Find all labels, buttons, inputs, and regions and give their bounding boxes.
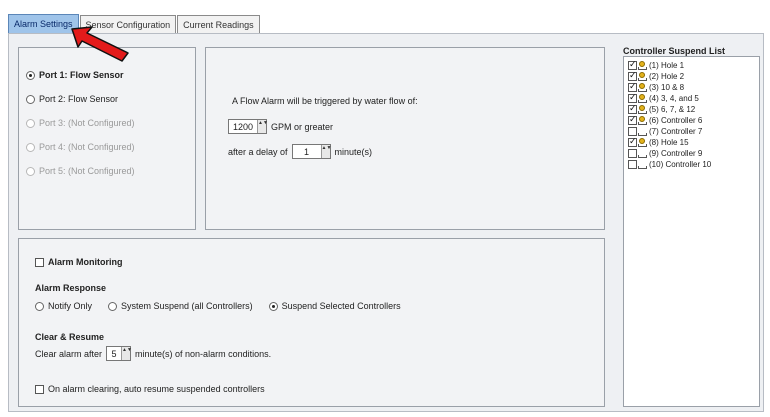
checkbox-icon[interactable] xyxy=(628,92,637,103)
controller-icon xyxy=(638,83,647,92)
alarm-monitoring-checkbox[interactable]: Alarm Monitoring xyxy=(35,257,123,267)
gpm-label: GPM or greater xyxy=(271,121,334,132)
radio-icon xyxy=(26,166,35,176)
gpm-stepper[interactable]: 1200 ▲▼ xyxy=(228,119,268,134)
clear-prefix: Clear alarm after xyxy=(35,348,103,359)
checkbox-icon[interactable] xyxy=(628,70,637,81)
radio-icon[interactable] xyxy=(268,301,278,311)
delay-unit: minute(s) xyxy=(334,146,373,157)
suspend-item-label: (5) 6, 7, & 12 xyxy=(649,105,696,114)
suspend-item-label: (3) 10 & 8 xyxy=(649,83,685,92)
controller-icon xyxy=(638,149,647,158)
stepper-arrows-icon[interactable]: ▲▼ xyxy=(257,120,268,133)
tab-panel: Port 1: Flow Sensor Port 2: Flow Sensor … xyxy=(8,33,764,412)
clear-resume-title: Clear & Resume xyxy=(35,332,105,342)
alarm-response-title: Alarm Response xyxy=(35,283,107,293)
suspend-item-label: (8) Hole 15 xyxy=(649,138,689,147)
checkbox-icon[interactable] xyxy=(628,160,637,169)
port-option-3: Port 3: (Not Configured) xyxy=(26,118,135,128)
suspend-list-item[interactable]: (3) 10 & 8 xyxy=(628,81,685,92)
suspend-item-label: (7) Controller 7 xyxy=(649,127,703,136)
port-label: Port 4: (Not Configured) xyxy=(39,142,135,152)
suspend-list[interactable]: (1) Hole 1 (2) Hole 2 (3) 10 & 8 (4) 3, 4, … xyxy=(623,56,760,407)
response-system-suspend[interactable]: System Suspend (all Controllers) xyxy=(121,301,253,311)
suspend-list-title: Controller Suspend List xyxy=(623,46,726,56)
checkbox-icon[interactable] xyxy=(628,114,637,125)
tab-alarm-settings[interactable]: Alarm Settings xyxy=(8,14,79,34)
checkbox-icon[interactable] xyxy=(35,384,44,394)
controller-icon xyxy=(638,72,647,81)
port-label: Port 5: (Not Configured) xyxy=(39,166,135,176)
radio-icon[interactable] xyxy=(108,301,118,311)
response-notify-only[interactable]: Notify Only xyxy=(48,301,92,311)
checkbox-icon[interactable] xyxy=(628,136,637,147)
gpm-row: 1200 ▲▼ GPM or greater xyxy=(228,119,333,134)
checkbox-icon[interactable] xyxy=(628,127,637,136)
checkbox-icon[interactable] xyxy=(628,59,637,70)
radio-icon[interactable] xyxy=(26,70,35,80)
controller-icon xyxy=(638,160,647,169)
port-label: Port 3: (Not Configured) xyxy=(39,118,135,128)
controller-icon xyxy=(638,105,647,114)
flow-description: A Flow Alarm will be triggered by water … xyxy=(232,96,418,106)
radio-icon[interactable] xyxy=(26,94,35,104)
stepper-arrows-icon[interactable]: ▲▼ xyxy=(121,347,132,360)
clear-alarm-row: Clear alarm after 5 ▲▼ minute(s) of non-… xyxy=(35,346,271,361)
tab-current-readings[interactable]: Current Readings xyxy=(177,15,260,34)
suspend-list-item[interactable]: (10) Controller 10 xyxy=(628,160,711,169)
delay-stepper[interactable]: 1 ▲▼ xyxy=(291,144,331,159)
stepper-arrows-icon[interactable]: ▲▼ xyxy=(320,145,331,158)
delay-row: after a delay of 1 ▲▼ minute(s) xyxy=(228,144,372,159)
controller-icon xyxy=(638,61,647,70)
suspend-list-item[interactable]: (4) 3, 4, and 5 xyxy=(628,92,699,103)
clear-stepper[interactable]: 5 ▲▼ xyxy=(106,346,132,361)
suspend-item-label: (4) 3, 4, and 5 xyxy=(649,94,699,103)
radio-icon[interactable] xyxy=(35,301,44,311)
suspend-list-item[interactable]: (9) Controller 9 xyxy=(628,149,702,158)
port-option-1[interactable]: Port 1: Flow Sensor xyxy=(26,70,124,80)
alarm-monitoring-group: Alarm Monitoring Alarm Response Notify O… xyxy=(18,238,605,407)
checkbox-icon[interactable] xyxy=(35,257,44,267)
port-option-2[interactable]: Port 2: Flow Sensor xyxy=(26,94,118,104)
auto-resume-checkbox[interactable]: On alarm clearing, auto resume suspended… xyxy=(35,384,265,394)
flow-alarm-group: A Flow Alarm will be triggered by water … xyxy=(205,47,605,230)
radio-icon xyxy=(26,142,35,152)
port-label: Port 1: Flow Sensor xyxy=(39,70,124,80)
red-arrow-annotation xyxy=(71,26,129,62)
port-option-5: Port 5: (Not Configured) xyxy=(26,166,135,176)
tab-strip: Alarm Settings Sensor Configuration Curr… xyxy=(8,14,261,34)
checkbox-icon[interactable] xyxy=(628,103,637,114)
suspend-item-label: (6) Controller 6 xyxy=(649,116,703,125)
radio-icon xyxy=(26,118,35,128)
ports-group: Port 1: Flow Sensor Port 2: Flow Sensor … xyxy=(18,47,196,230)
suspend-item-label: (9) Controller 9 xyxy=(649,149,703,158)
controller-icon xyxy=(638,94,647,103)
suspend-list-item[interactable]: (7) Controller 7 xyxy=(628,127,702,136)
suspend-list-item[interactable]: (2) Hole 2 xyxy=(628,70,685,81)
alarm-response-options: Notify Only System Suspend (all Controll… xyxy=(35,301,401,311)
suspend-item-label: (1) Hole 1 xyxy=(649,61,685,70)
checkbox-icon[interactable] xyxy=(628,149,637,158)
clear-suffix: minute(s) of non-alarm conditions. xyxy=(135,348,272,359)
suspend-list-item[interactable]: (5) 6, 7, & 12 xyxy=(628,103,696,114)
checkbox-icon[interactable] xyxy=(628,81,637,92)
suspend-list-item[interactable]: (1) Hole 1 xyxy=(628,59,685,70)
port-label: Port 2: Flow Sensor xyxy=(39,94,119,104)
controller-icon xyxy=(638,138,647,147)
suspend-list-item[interactable]: (6) Controller 6 xyxy=(628,114,703,125)
delay-prefix: after a delay of xyxy=(228,146,288,157)
controller-icon xyxy=(638,116,647,125)
port-option-4: Port 4: (Not Configured) xyxy=(26,142,135,152)
suspend-list-item[interactable]: (8) Hole 15 xyxy=(628,136,689,147)
response-suspend-selected[interactable]: Suspend Selected Controllers xyxy=(282,301,401,311)
suspend-item-label: (2) Hole 2 xyxy=(649,72,685,81)
suspend-item-label: (10) Controller 10 xyxy=(649,160,712,169)
controller-icon xyxy=(638,127,647,136)
